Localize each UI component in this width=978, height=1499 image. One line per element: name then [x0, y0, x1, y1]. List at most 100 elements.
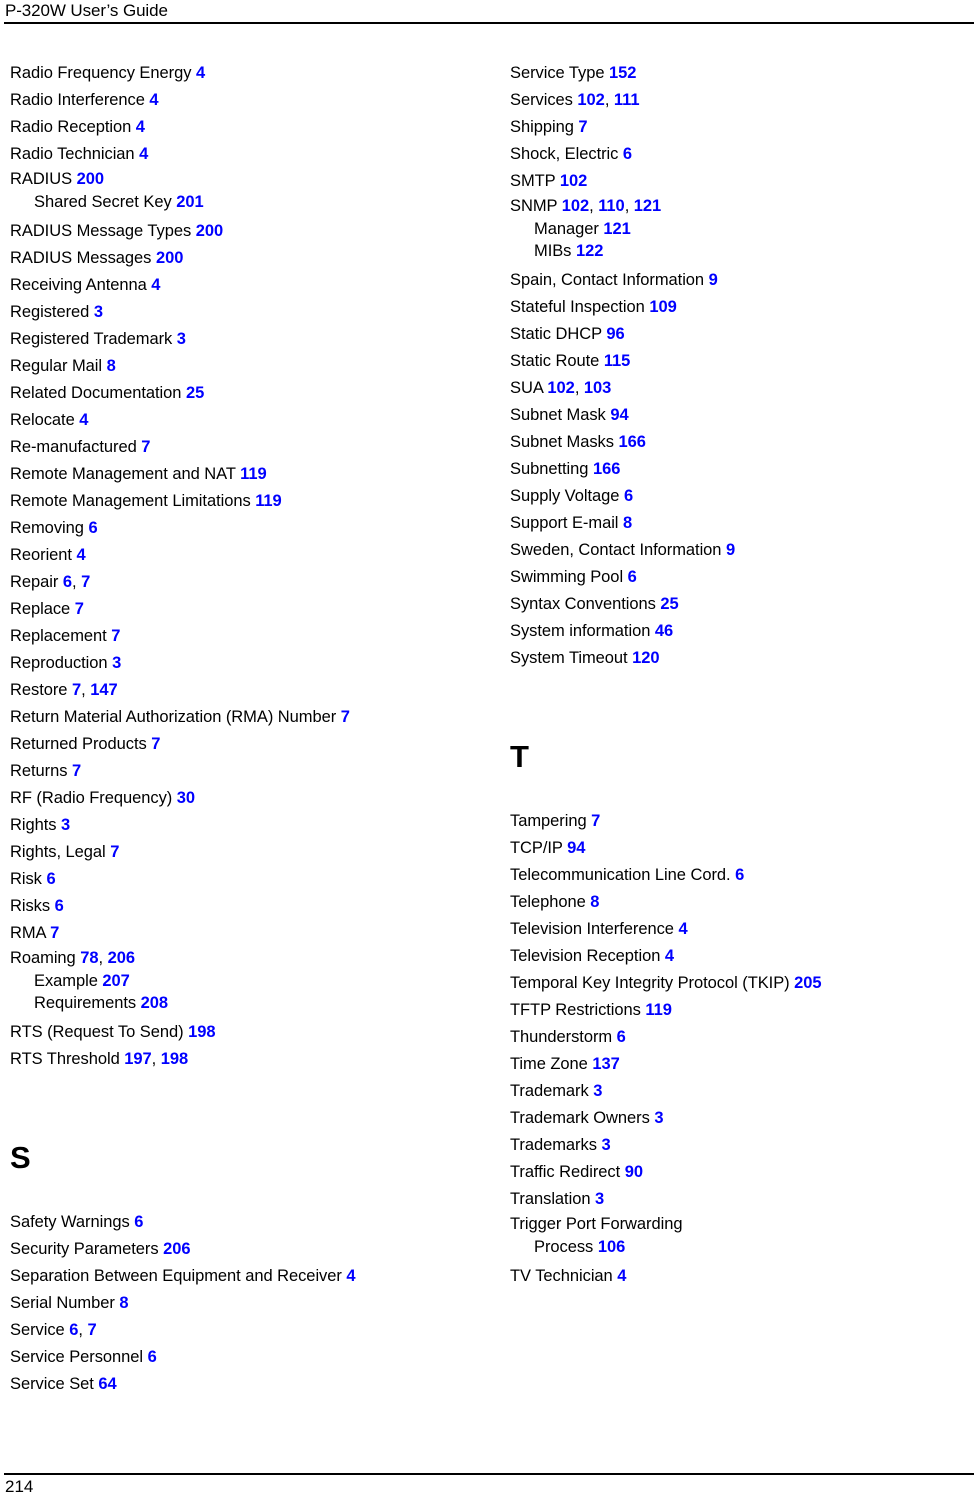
page-ref-link[interactable]: 3: [654, 1109, 663, 1127]
page-ref-link[interactable]: 120: [632, 649, 659, 667]
page-ref-link[interactable]: 64: [98, 1375, 116, 1393]
index-entry: Swimming Pool 6: [510, 564, 978, 591]
page-ref-link[interactable]: 102: [577, 91, 604, 109]
page-ref-link[interactable]: 4: [617, 1267, 626, 1285]
page-ref-link[interactable]: 200: [77, 170, 104, 188]
page-ref-link[interactable]: 137: [592, 1055, 619, 1073]
page-ref-link[interactable]: 46: [655, 622, 673, 640]
page-ref-link[interactable]: 4: [79, 411, 88, 429]
page-ref-link[interactable]: 4: [196, 64, 205, 82]
page-ref-link[interactable]: 94: [610, 406, 628, 424]
page-ref-link[interactable]: 94: [567, 839, 585, 857]
page-ref-link[interactable]: 119: [255, 492, 282, 510]
page-ref-link[interactable]: 201: [176, 193, 203, 211]
page-ref-link[interactable]: 6: [63, 573, 72, 591]
page-ref-link[interactable]: 4: [139, 145, 148, 163]
page-ref-link[interactable]: 207: [102, 972, 129, 990]
page-ref-link[interactable]: 6: [623, 145, 632, 163]
page-ref-link[interactable]: 7: [72, 681, 81, 699]
page-ref-link[interactable]: 7: [50, 924, 59, 942]
page-ref-link[interactable]: 119: [645, 1001, 672, 1019]
page-ref-link[interactable]: 109: [649, 298, 676, 316]
page-ref-link[interactable]: 6: [55, 897, 64, 915]
page-ref-link[interactable]: 9: [726, 541, 735, 559]
page-ref-link[interactable]: 30: [177, 789, 195, 807]
page-ref-link[interactable]: 6: [69, 1321, 78, 1339]
page-ref-link[interactable]: 6: [88, 519, 97, 537]
page-ref-link[interactable]: 9: [709, 271, 718, 289]
page-ref-link[interactable]: 7: [72, 762, 81, 780]
page-ref-link[interactable]: 6: [617, 1028, 626, 1046]
page-ref-link[interactable]: 7: [341, 708, 350, 726]
page-ref-link[interactable]: 78: [80, 949, 98, 967]
page-ref-link[interactable]: 198: [188, 1023, 215, 1041]
page-ref-link[interactable]: 3: [94, 303, 103, 321]
page-ref-link[interactable]: 4: [151, 276, 160, 294]
page-ref-link[interactable]: 102: [547, 379, 574, 397]
page-ref-link[interactable]: 115: [604, 352, 631, 370]
page-ref-link[interactable]: 152: [609, 64, 636, 82]
page-ref-link[interactable]: 6: [148, 1348, 157, 1366]
page-ref-link[interactable]: 198: [161, 1050, 188, 1068]
page-ref-link[interactable]: 3: [61, 816, 70, 834]
page-ref-link[interactable]: 6: [735, 866, 744, 884]
index-entry: Static DHCP 96: [510, 321, 978, 348]
index-entry-term: Radio Reception: [10, 118, 132, 136]
page-ref-link[interactable]: 200: [196, 222, 223, 240]
page-ref-link[interactable]: 4: [149, 91, 158, 109]
page-ref-link[interactable]: 7: [110, 843, 119, 861]
page-ref-link[interactable]: 106: [598, 1238, 625, 1256]
page-ref-link[interactable]: 110: [598, 197, 625, 215]
page-ref-link[interactable]: 90: [625, 1163, 643, 1181]
page-ref-link[interactable]: 102: [560, 172, 587, 190]
page-ref-link[interactable]: 8: [107, 357, 116, 375]
page-ref-link[interactable]: 206: [163, 1240, 190, 1258]
page-ref-link[interactable]: 166: [593, 460, 620, 478]
page-ref-link[interactable]: 206: [108, 949, 135, 967]
page-ref-link[interactable]: 197: [124, 1050, 151, 1068]
page-ref-link[interactable]: 7: [111, 627, 120, 645]
page-ref-link[interactable]: 208: [141, 994, 168, 1012]
page-ref-link[interactable]: 200: [156, 249, 183, 267]
page-ref-link[interactable]: 4: [665, 947, 674, 965]
page-ref-link[interactable]: 102: [562, 197, 589, 215]
index-entry: Subnet Mask 94: [510, 402, 978, 429]
page-ref-link[interactable]: 103: [584, 379, 611, 397]
page-ref-link[interactable]: 7: [81, 573, 90, 591]
page-ref-link[interactable]: 7: [591, 812, 600, 830]
page-ref-link[interactable]: 3: [593, 1082, 602, 1100]
page-ref-link[interactable]: 7: [578, 118, 587, 136]
page-ref-link[interactable]: 7: [75, 600, 84, 618]
index-entry-term: Shock, Electric: [510, 145, 619, 163]
page-ref-link[interactable]: 6: [46, 870, 55, 888]
page-ref-link[interactable]: 6: [134, 1213, 143, 1231]
page-ref-link[interactable]: 111: [614, 91, 640, 109]
page-ref-link[interactable]: 119: [240, 465, 267, 483]
page-ref-link[interactable]: 4: [679, 920, 688, 938]
page-ref-link[interactable]: 4: [77, 546, 86, 564]
page-ref-link[interactable]: 4: [346, 1267, 355, 1285]
page-ref-link[interactable]: 25: [186, 384, 204, 402]
page-ref-link[interactable]: 7: [87, 1321, 96, 1339]
page-ref-link[interactable]: 166: [619, 433, 646, 451]
page-ref-link[interactable]: 6: [624, 487, 633, 505]
page-ref-link[interactable]: 8: [119, 1294, 128, 1312]
page-ref-link[interactable]: 96: [606, 325, 624, 343]
page-ref-link[interactable]: 3: [177, 330, 186, 348]
page-ref-link[interactable]: 25: [660, 595, 678, 613]
page-ref-link[interactable]: 121: [603, 220, 630, 238]
page-ref-link[interactable]: 8: [623, 514, 632, 532]
page-ref-link[interactable]: 3: [112, 654, 121, 672]
page-ref-link[interactable]: 8: [590, 893, 599, 911]
page-ref-link[interactable]: 3: [601, 1136, 610, 1154]
page-ref-link[interactable]: 6: [628, 568, 637, 586]
page-ref-link[interactable]: 122: [576, 242, 603, 260]
index-entry: Reproduction 3: [10, 650, 480, 677]
page-ref-link[interactable]: 7: [151, 735, 160, 753]
page-ref-link[interactable]: 121: [634, 197, 661, 215]
page-ref-link[interactable]: 205: [794, 974, 821, 992]
page-ref-link[interactable]: 7: [141, 438, 150, 456]
page-ref-link[interactable]: 147: [90, 681, 117, 699]
page-ref-link[interactable]: 3: [595, 1190, 604, 1208]
page-ref-link[interactable]: 4: [136, 118, 145, 136]
